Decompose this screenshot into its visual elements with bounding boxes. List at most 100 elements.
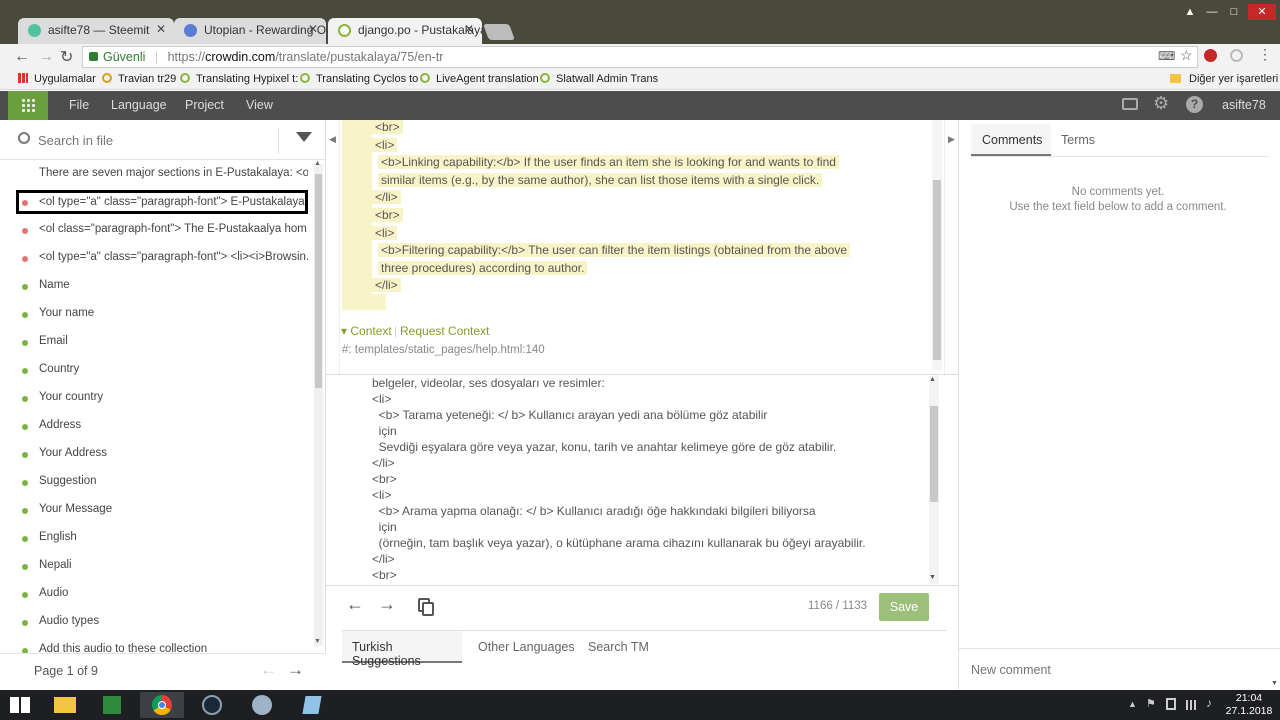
- string-list-item[interactable]: Email: [16, 330, 308, 354]
- bookmark-item[interactable]: Translating Cyclos to: [300, 73, 418, 85]
- bookmark-apps[interactable]: Uygulamalar: [18, 73, 96, 85]
- translation-scrollbar[interactable]: [929, 376, 939, 584]
- close-window-icon[interactable]: ✕: [1248, 4, 1276, 20]
- context-toggle[interactable]: ▾ Context: [341, 324, 392, 338]
- scroll-up-icon[interactable]: ▲: [929, 376, 936, 383]
- back-icon[interactable]: ←: [14, 48, 30, 66]
- tab-comments[interactable]: Comments: [971, 124, 1051, 156]
- file-explorer-icon[interactable]: [42, 692, 86, 718]
- forward-icon[interactable]: →: [38, 48, 54, 66]
- close-tab-icon[interactable]: ✕: [156, 22, 166, 36]
- windows-start-icon[interactable]: [10, 697, 30, 713]
- steam-icon[interactable]: [190, 692, 234, 718]
- browser-tab-django[interactable]: django.po - Pustakalaya ✕: [328, 18, 482, 44]
- collapse-left-bar[interactable]: ◀: [326, 120, 340, 376]
- user-icon[interactable]: ▲: [1178, 4, 1202, 20]
- close-tab-icon[interactable]: ✕: [308, 22, 318, 36]
- source-line: three procedures) according to author.: [378, 259, 588, 277]
- string-list-item[interactable]: Your country: [16, 386, 308, 410]
- string-list-item[interactable]: There are seven major sections in E-Pust…: [16, 162, 308, 186]
- collapse-right-bar[interactable]: ▶: [944, 120, 958, 376]
- new-tab-button[interactable]: [483, 24, 515, 40]
- clock-date[interactable]: 27.1.2018: [1224, 705, 1274, 717]
- menu-project[interactable]: Project: [185, 98, 224, 112]
- scroll-down-icon[interactable]: ▼: [1271, 680, 1278, 687]
- menu-view[interactable]: View: [246, 98, 273, 112]
- scroll-down-icon[interactable]: ▼: [929, 574, 936, 581]
- source-scrollbar[interactable]: [932, 120, 942, 370]
- request-context-link[interactable]: Request Context: [400, 324, 489, 338]
- main-menu-button[interactable]: [8, 91, 48, 120]
- translation-textarea[interactable]: belgeler, videolar, ses dosyaları ve res…: [326, 375, 946, 585]
- bookmark-item[interactable]: LiveAgent translation: [420, 73, 539, 85]
- string-list-item[interactable]: English: [16, 526, 308, 550]
- user-name[interactable]: asifte78: [1222, 98, 1266, 112]
- tray-expand-icon[interactable]: ▲: [1128, 699, 1137, 709]
- minimize-icon[interactable]: —: [1200, 4, 1224, 20]
- string-list-item[interactable]: Your Message: [16, 498, 308, 522]
- previous-string-icon[interactable]: ←: [346, 594, 364, 615]
- string-list-item[interactable]: Name: [16, 274, 308, 298]
- collapse-right-icon[interactable]: ▶: [948, 134, 955, 145]
- device-icon[interactable]: [1166, 698, 1176, 710]
- extension-icon[interactable]: [1230, 49, 1243, 62]
- next-string-icon[interactable]: →: [378, 594, 396, 615]
- scroll-down-icon[interactable]: ▼: [314, 638, 321, 645]
- maximize-icon[interactable]: □: [1222, 4, 1246, 20]
- string-list-item[interactable]: Suggestion: [16, 470, 308, 494]
- tab-turkish-suggestions[interactable]: Turkish Suggestions: [342, 631, 462, 668]
- volume-icon[interactable]: ♪: [1206, 696, 1212, 710]
- string-list-item[interactable]: Audio: [16, 582, 308, 606]
- menu-file[interactable]: File: [69, 98, 89, 112]
- string-text: There are seven major sections in E-Pust…: [39, 167, 308, 179]
- notepad-icon[interactable]: [290, 692, 334, 718]
- flag-icon[interactable]: ⚑: [1146, 697, 1156, 710]
- extension-icon[interactable]: [1204, 49, 1217, 62]
- clock-time[interactable]: 21:04: [1224, 692, 1274, 704]
- translate-icon[interactable]: ⌨: [1158, 49, 1175, 63]
- list-scrollbar[interactable]: [314, 164, 323, 646]
- string-list-item[interactable]: <ol class="paragraph-font"> The E-Pustak…: [16, 218, 308, 242]
- close-tab-icon[interactable]: ✕: [464, 22, 474, 36]
- tab-terms[interactable]: Terms: [1061, 133, 1095, 147]
- chrome-menu-icon[interactable]: ⋮: [1258, 46, 1272, 63]
- help-icon[interactable]: ?: [1186, 96, 1203, 113]
- string-list-item[interactable]: Country: [16, 358, 308, 382]
- string-list-item[interactable]: Your Address: [16, 442, 308, 466]
- other-bookmarks[interactable]: Diğer yer işaretleri: [1170, 73, 1278, 85]
- reload-icon[interactable]: ↻: [60, 47, 73, 67]
- source-line: <li>: [372, 136, 398, 154]
- bookmark-item[interactable]: Translating Hypixel t:: [180, 73, 298, 85]
- string-list-item[interactable]: <ol type="a" class="paragraph-font"> <li…: [16, 246, 308, 270]
- prev-page-icon[interactable]: ←: [260, 660, 277, 680]
- scroll-up-icon[interactable]: ▲: [314, 160, 321, 167]
- string-list-item[interactable]: Nepali: [16, 554, 308, 578]
- menu-language[interactable]: Language: [111, 98, 167, 112]
- string-list-item[interactable]: Address: [16, 414, 308, 438]
- crowdin-icon: [180, 73, 190, 83]
- gear-icon[interactable]: ⚙: [1153, 93, 1169, 114]
- search-input[interactable]: [38, 130, 268, 150]
- new-comment-input[interactable]: [971, 660, 1251, 680]
- save-button[interactable]: Save: [879, 593, 929, 621]
- filter-icon[interactable]: [296, 132, 312, 142]
- network-icon[interactable]: [1186, 700, 1196, 710]
- untranslated-status-icon: [22, 256, 28, 262]
- string-list-item[interactable]: Audio types: [16, 610, 308, 634]
- browser-tab-utopian[interactable]: Utopian - Rewarding Op ✕: [174, 18, 326, 44]
- collapse-left-icon[interactable]: ◀: [329, 134, 336, 145]
- bookmark-item[interactable]: Slatwall Admin Trans: [540, 73, 658, 85]
- string-list-item[interactable]: Your name: [16, 302, 308, 326]
- tab-search-tm[interactable]: Search TM: [588, 640, 649, 654]
- paint-icon[interactable]: [240, 692, 284, 718]
- bookmark-star-icon[interactable]: ☆: [1180, 47, 1193, 64]
- tab-other-languages[interactable]: Other Languages: [478, 640, 575, 654]
- bookmark-item[interactable]: Travian tr29: [102, 73, 176, 85]
- keyboard-icon[interactable]: [1122, 98, 1138, 110]
- chrome-taskbar-icon[interactable]: [140, 692, 184, 718]
- next-page-icon[interactable]: →: [287, 660, 304, 680]
- string-list-item[interactable]: <ol type="a" class="paragraph-font"> E-P…: [16, 190, 308, 214]
- store-icon[interactable]: [90, 692, 134, 718]
- browser-tab-steemit[interactable]: asifte78 — Steemit ✕: [18, 18, 174, 44]
- address-bar[interactable]: Güvenli | https://crowdin.com/translate/…: [82, 46, 1198, 68]
